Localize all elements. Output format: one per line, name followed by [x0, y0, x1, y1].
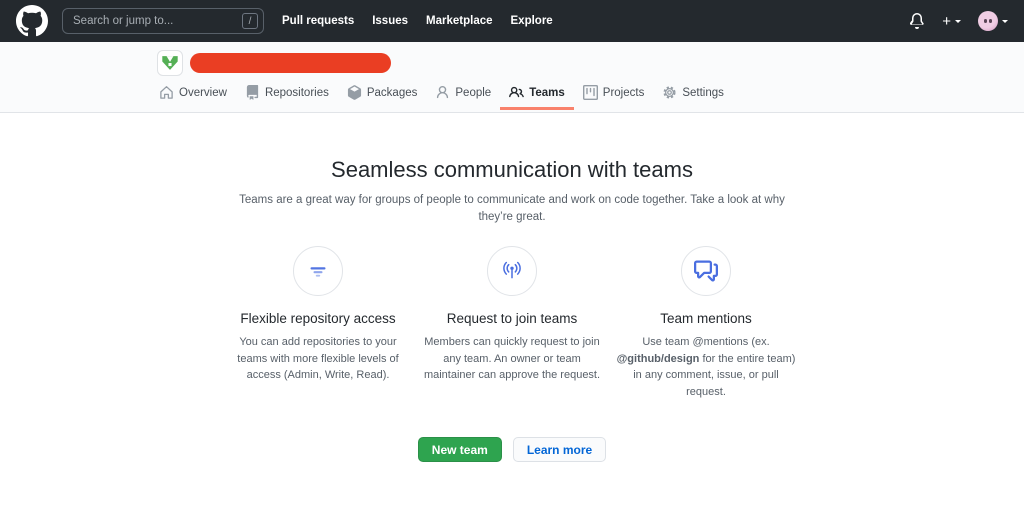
notifications-bell-icon[interactable]: [909, 13, 925, 29]
page-subtitle: Teams are a great way for groups of peop…: [239, 194, 785, 223]
feature-title: Request to join teams: [446, 311, 578, 327]
team-mention-example: @github/design: [616, 352, 700, 365]
broadcast-icon: [487, 246, 537, 297]
tab-teams[interactable]: Teams: [500, 77, 574, 110]
feature-description: You can add repositories to your teams w…: [237, 336, 399, 382]
nav-explore[interactable]: Explore: [511, 15, 553, 27]
org-tab-nav: Overview Repositories Packages People Te…: [0, 77, 1024, 110]
feature-description: Use team @mentions (ex. @github/design f…: [616, 336, 796, 398]
feature-request-to-join-teams: Request to join teams Members can quickl…: [420, 246, 604, 400]
comment-discussion-icon: [681, 246, 731, 297]
org-name-redacted: [190, 53, 391, 73]
navbar-right: +: [909, 11, 1008, 31]
org-avatar-identicon[interactable]: [157, 50, 183, 76]
new-team-button[interactable]: New team: [417, 437, 502, 463]
tab-repositories[interactable]: Repositories: [236, 77, 338, 110]
chevron-down-icon: [955, 19, 961, 26]
chevron-down-icon: [1002, 19, 1008, 26]
user-menu[interactable]: [978, 11, 1008, 31]
nav-issues[interactable]: Issues: [372, 15, 408, 27]
slash-shortcut-hint: /: [242, 13, 258, 29]
org-title-row: [0, 42, 1024, 76]
navbar-links: Pull requests Issues Marketplace Explore: [282, 15, 553, 27]
nav-marketplace[interactable]: Marketplace: [426, 15, 492, 27]
learn-more-button[interactable]: Learn more: [512, 437, 607, 463]
project-icon: [582, 85, 598, 100]
filter-lines-icon: [293, 246, 343, 297]
repo-icon: [246, 85, 259, 100]
teams-blankslate: Seamless communication with teams Teams …: [0, 157, 1024, 463]
nav-pull-requests[interactable]: Pull requests: [282, 15, 354, 27]
plus-icon: +: [942, 12, 951, 30]
search-input[interactable]: [62, 8, 264, 34]
feature-team-mentions: Team mentions Use team @mentions (ex. @g…: [614, 246, 798, 400]
package-icon: [347, 85, 361, 100]
gear-icon: [663, 86, 676, 99]
people-icon: [509, 86, 525, 98]
feature-description: Members can quickly request to join any …: [423, 336, 601, 382]
user-avatar: [978, 11, 998, 31]
feature-title: Team mentions: [660, 311, 752, 327]
feature-title: Flexible repository access: [240, 311, 396, 327]
tab-settings[interactable]: Settings: [653, 77, 733, 110]
tab-overview[interactable]: Overview: [150, 77, 236, 110]
tab-people[interactable]: People: [426, 77, 500, 110]
person-icon: [437, 85, 449, 99]
search-box[interactable]: /: [62, 8, 264, 34]
feature-columns: Flexible repository access You can add r…: [0, 246, 1024, 400]
top-navbar: / Pull requests Issues Marketplace Explo…: [0, 0, 1024, 42]
org-header: Overview Repositories Packages People Te…: [0, 42, 1024, 113]
tab-projects[interactable]: Projects: [574, 77, 654, 110]
home-icon: [160, 86, 173, 99]
github-logo-icon[interactable]: [16, 5, 48, 37]
create-new-menu[interactable]: +: [942, 14, 961, 29]
tab-packages[interactable]: Packages: [338, 77, 427, 110]
page-title: Seamless communication with teams: [331, 157, 693, 182]
feature-flexible-repository-access: Flexible repository access You can add r…: [226, 246, 410, 400]
cta-row: New team Learn more: [0, 437, 1024, 463]
